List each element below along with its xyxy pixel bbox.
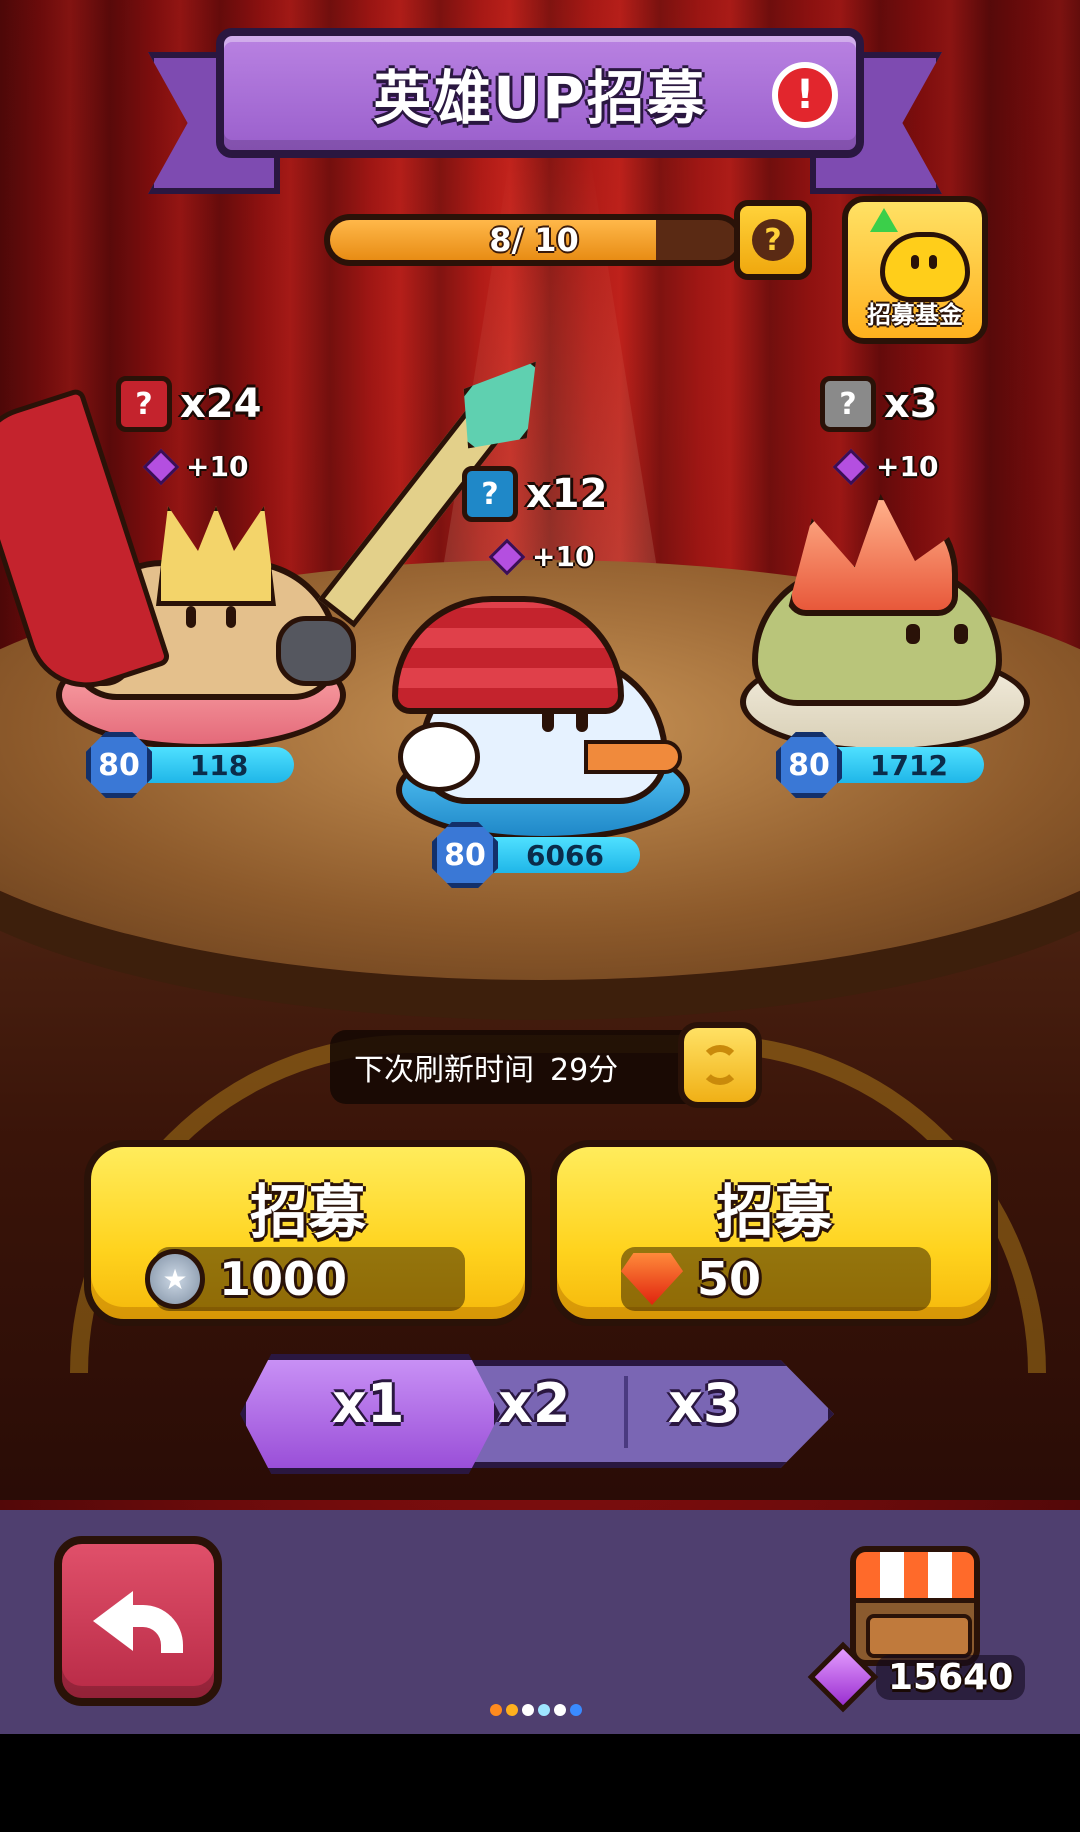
multiplier-selector: x1 x2 x3: [240, 1354, 834, 1474]
shop-awning-icon: [856, 1552, 974, 1603]
snowman-bonus-value: +10: [532, 540, 595, 573]
knight-power: 118: [144, 747, 294, 783]
recruit-cost: 50: [621, 1247, 931, 1311]
snowman-bonus: +10: [488, 538, 595, 575]
knight-level-bar: 80 118: [86, 732, 294, 798]
game-screen: 英雄UP招募 ! 8/ 10 ? 招募基金 ? x24 +10 80 118 ?…: [0, 0, 1080, 1734]
progress-text: 8/ 10: [489, 221, 579, 259]
slime-level-bar: 80 1712: [776, 732, 984, 798]
coin-icon: ★: [145, 1249, 205, 1309]
refresh-button[interactable]: [678, 1022, 762, 1108]
crown-icon: [156, 506, 276, 606]
fund-label: 招募基金: [867, 301, 963, 329]
refresh-timer: 下次刷新时间 29分: [330, 1030, 710, 1104]
back-button[interactable]: [54, 1536, 222, 1706]
snowman-tag: ? x12: [462, 466, 607, 522]
question-icon: ?: [752, 219, 794, 261]
recruit-fund-button[interactable]: 招募基金: [842, 196, 988, 344]
knight-bonus: +10: [142, 448, 249, 485]
knight-count: x24: [180, 381, 262, 427]
page-title: 英雄UP招募: [373, 64, 707, 132]
snowman-power: 6066: [490, 837, 640, 873]
ruby-icon: [621, 1253, 683, 1305]
page-dot: [554, 1704, 566, 1716]
help-button[interactable]: ?: [734, 200, 812, 280]
multiplier-divider: [624, 1376, 628, 1448]
multiplier-x2[interactable]: x2: [498, 1372, 570, 1435]
page-dot: [490, 1704, 502, 1716]
recruit-label: 招募: [715, 1178, 832, 1246]
blue-question-box-icon[interactable]: ?: [462, 466, 518, 522]
knight-pauldron-right: [276, 616, 356, 686]
ruby-cost: 50: [697, 1252, 762, 1306]
recruit-label: 招募: [249, 1178, 366, 1246]
gem-balance-value: 15640: [876, 1654, 1026, 1700]
snowman-count: x12: [526, 471, 608, 517]
knight-bonus-value: +10: [186, 450, 249, 483]
gem-icon: [488, 538, 526, 575]
recruit-cost: ★ 1000: [145, 1247, 465, 1311]
gem-balance: 15640: [807, 1641, 1026, 1713]
multiplier-x1[interactable]: x1: [332, 1372, 404, 1435]
fund-blob-icon: [880, 232, 970, 302]
slime-tag: ? x3: [820, 376, 938, 432]
knight-level: 80: [86, 732, 152, 798]
snowman-level-bar: 80 6066: [432, 822, 640, 888]
page-dot: [570, 1704, 582, 1716]
up-arrow-icon: [870, 208, 898, 232]
slime-count: x3: [884, 381, 938, 427]
coin-cost: 1000: [219, 1252, 348, 1306]
page-dot: [538, 1704, 550, 1716]
slime-level: 80: [776, 732, 842, 798]
page-indicator: [490, 1704, 586, 1716]
page-dot: [522, 1704, 534, 1716]
multiplier-x3[interactable]: x3: [668, 1372, 740, 1435]
refresh-label: 下次刷新时间: [354, 1053, 534, 1088]
snowman-level: 80: [432, 822, 498, 888]
slime-bonus: +10: [832, 448, 939, 485]
info-alert-icon[interactable]: !: [772, 62, 838, 128]
recruit-ruby-button[interactable]: 招募 50: [550, 1140, 998, 1326]
refresh-icon: [700, 1045, 740, 1085]
shop-button[interactable]: [850, 1546, 980, 1666]
gem-icon: [142, 448, 180, 485]
recruit-progress-bar: 8/ 10: [324, 214, 744, 266]
carrot-nose-icon: [584, 740, 682, 774]
purple-gem-icon: [807, 1641, 879, 1713]
title-banner: 英雄UP招募: [216, 28, 864, 158]
refresh-time: 29分: [550, 1053, 619, 1088]
slime-bonus-value: +10: [876, 450, 939, 483]
knight-tag: ? x24: [116, 376, 261, 432]
hat-pompom: [398, 722, 480, 792]
page-dot: [506, 1704, 518, 1716]
back-arrow-icon: [93, 1591, 183, 1653]
gem-icon: [832, 448, 870, 485]
red-question-box-icon[interactable]: ?: [116, 376, 172, 432]
slime-power: 1712: [834, 747, 984, 783]
gray-question-box-icon[interactable]: ?: [820, 376, 876, 432]
recruit-coin-button[interactable]: 招募 ★ 1000: [84, 1140, 532, 1326]
